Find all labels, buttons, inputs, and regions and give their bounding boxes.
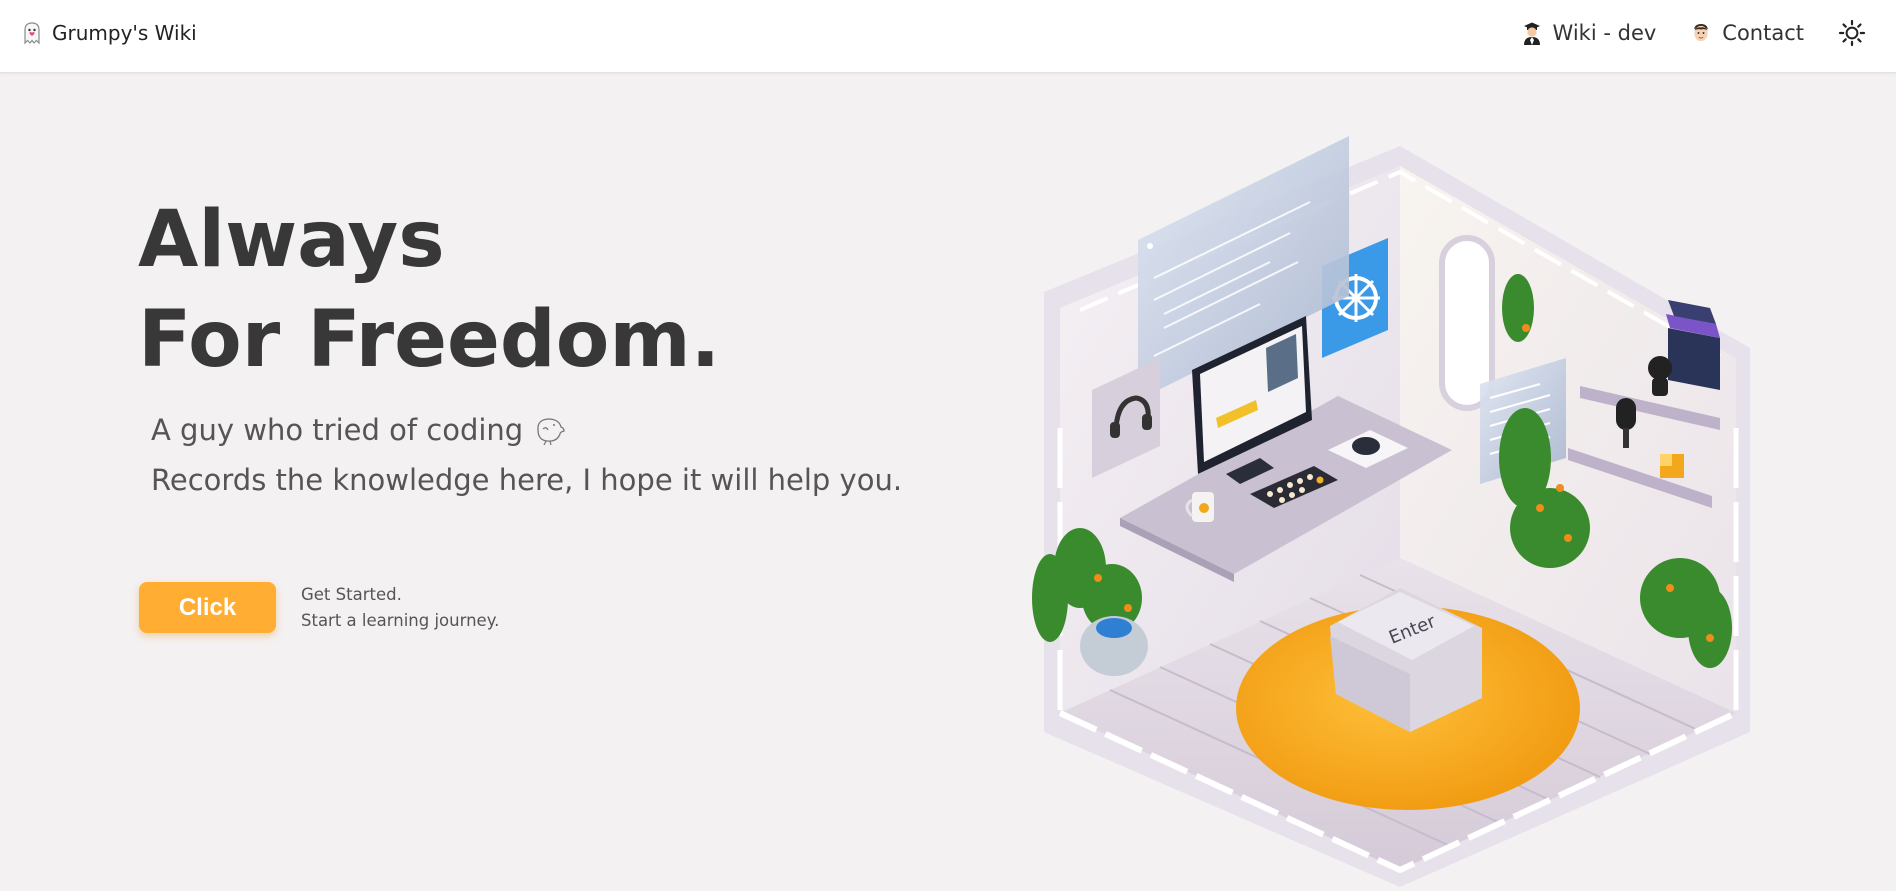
isometric-room-illustration: Enter bbox=[1020, 128, 1790, 891]
hero-title: Always For Freedom. bbox=[138, 190, 720, 390]
nav-wiki-dev-label: Wiki - dev bbox=[1552, 21, 1657, 45]
brand-name: Grumpy's Wiki bbox=[52, 21, 197, 45]
cta-description: Get Started. Start a learning journey. bbox=[301, 582, 499, 634]
cta-note-line-1: Get Started. bbox=[301, 585, 402, 604]
cta-note-line-2: Start a learning journey. bbox=[301, 611, 500, 630]
theme-toggle-button[interactable] bbox=[1838, 19, 1866, 47]
nav-wiki-dev-link[interactable]: Wiki - dev bbox=[1521, 21, 1657, 45]
hero-title-line-2: For Freedom. bbox=[138, 295, 721, 385]
tagline-line-2: Records the knowledge here, I hope it wi… bbox=[151, 463, 903, 497]
tagline-line-1: A guy who tried of coding bbox=[151, 413, 524, 447]
nav-contact-label: Contact bbox=[1722, 21, 1804, 45]
top-navbar: Grumpy's Wiki Wiki - dev Contact bbox=[0, 0, 1896, 73]
face-avatar-icon bbox=[1690, 21, 1712, 45]
nav-contact-link[interactable]: Contact bbox=[1690, 21, 1804, 45]
ghost-logo-icon bbox=[22, 21, 42, 45]
sun-icon bbox=[1838, 19, 1866, 47]
brand-link[interactable]: Grumpy's Wiki bbox=[22, 21, 197, 45]
hero-title-line-1: Always bbox=[138, 195, 445, 285]
teacher-avatar-icon bbox=[1521, 21, 1543, 45]
chick-doodle-icon bbox=[523, 413, 567, 447]
get-started-button[interactable]: Click bbox=[139, 582, 276, 633]
nav-links: Wiki - dev Contact bbox=[1487, 19, 1866, 47]
hero-tagline: A guy who tried of coding Records the kn… bbox=[151, 405, 902, 505]
